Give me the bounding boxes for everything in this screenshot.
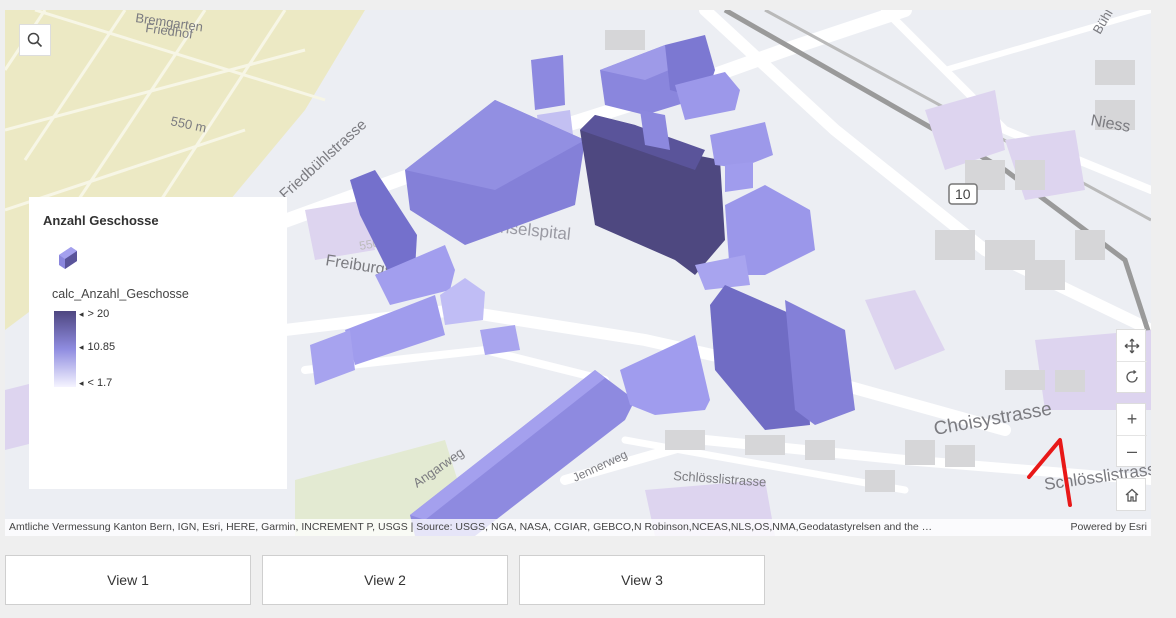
legend-title: Anzahl Geschosse — [43, 213, 159, 228]
rotate-button[interactable] — [1117, 361, 1147, 392]
building-3d — [480, 325, 520, 355]
navigation-toggle — [1116, 329, 1147, 393]
building-3d — [785, 300, 855, 425]
attribution-bar: Amtliche Vermessung Kanton Bern, IGN, Es… — [5, 519, 1151, 536]
building-symbol-icon — [57, 243, 79, 269]
building-3d — [710, 122, 773, 168]
zoom-out-button[interactable]: – — [1117, 435, 1147, 466]
route-shield: 10 — [948, 183, 978, 205]
home-button[interactable] — [1117, 479, 1147, 510]
home-icon — [1125, 488, 1139, 502]
zoom-controls: + – — [1116, 403, 1147, 467]
home-control — [1116, 478, 1146, 511]
legend-panel: Anzahl Geschosse calc_Anzahl_Geschosse >… — [29, 197, 287, 489]
color-ramp-bar — [54, 311, 76, 387]
attribution-text: Amtliche Vermessung Kanton Bern, IGN, Es… — [9, 521, 933, 533]
rotate-icon — [1126, 369, 1138, 383]
zoom-in-button[interactable]: + — [1117, 404, 1147, 435]
view-3-button[interactable]: View 3 — [519, 555, 765, 605]
label-schloesslistrasse: Schlösslistrasse — [673, 468, 767, 489]
powered-by-esri[interactable]: Powered by Esri — [1071, 519, 1147, 536]
search-button[interactable] — [19, 24, 51, 56]
view-1-button[interactable]: View 1 — [5, 555, 251, 605]
map-view[interactable]: Bremgarten Friedhof 550 m 550 m Friedbüh… — [5, 10, 1151, 536]
search-icon — [27, 32, 43, 48]
ramp-min-label: < 1.7 — [79, 377, 113, 389]
ramp-mid-label: 10.85 — [79, 341, 116, 353]
ramp-max-label: > 20 — [79, 308, 110, 320]
route-shield-label: 10 — [955, 186, 971, 202]
pan-button[interactable] — [1117, 330, 1147, 361]
building-3d — [725, 162, 753, 192]
label-choisystrasse: Choisystrasse — [932, 399, 1053, 440]
color-ramp: > 20 10.85 < 1.7 — [54, 308, 273, 391]
legend-field-name: calc_Anzahl_Geschosse — [52, 287, 189, 301]
building-3d — [531, 55, 565, 110]
pan-icon — [1124, 338, 1140, 353]
building-3d — [310, 330, 355, 385]
view-2-button[interactable]: View 2 — [262, 555, 508, 605]
